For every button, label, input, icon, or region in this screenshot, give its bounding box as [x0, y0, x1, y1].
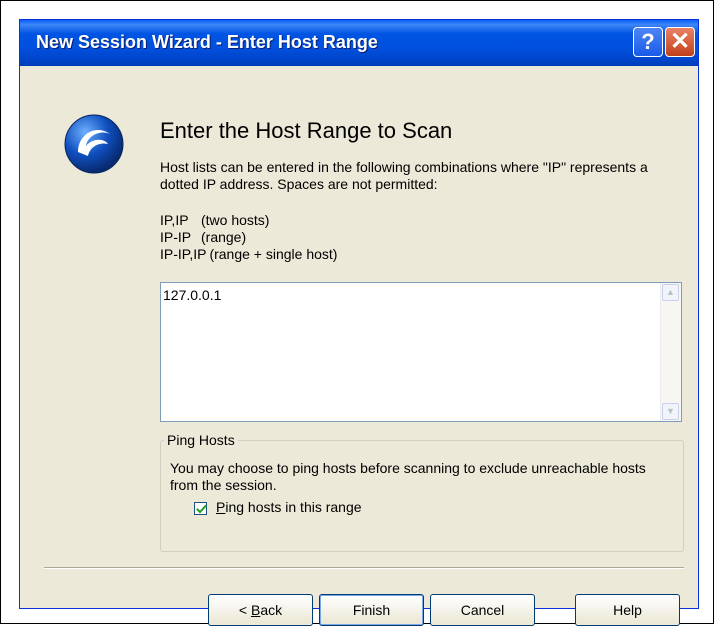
button-separator [44, 567, 684, 569]
checkmark-icon [196, 504, 207, 514]
ping-hosts-checkbox-label[interactable]: Ping hosts in this range [216, 499, 362, 515]
host-list-input[interactable]: 127.0.0.1 ▲ ▼ [160, 282, 682, 422]
question-mark-icon: ? [641, 29, 655, 54]
combination-row: IP-IP (range) [160, 229, 337, 246]
wizard-dialog: New Session Wizard - Enter Host Range ? … [19, 19, 699, 626]
cancel-button[interactable]: Cancel [430, 594, 535, 626]
back-label-rest: ack [260, 602, 283, 618]
combination-desc: (range + single host) [209, 246, 338, 262]
help-button[interactable]: Help [575, 594, 680, 626]
window-title: New Session Wizard - Enter Host Range [36, 32, 378, 52]
combination-code: IP-IP [160, 229, 192, 245]
ping-hosts-group-title: Ping Hosts [164, 432, 238, 448]
ping-hosts-checkbox[interactable] [194, 502, 207, 515]
accelerator-key: B [250, 602, 261, 618]
title-bar[interactable]: New Session Wizard - Enter Host Range ? … [20, 20, 698, 66]
host-list-value: 127.0.0.1 [163, 287, 222, 303]
combination-list: IP,IP (two hosts) IP-IP (range) IP-IP,IP… [160, 212, 337, 263]
help-titlebar-button[interactable]: ? [633, 27, 663, 57]
page-heading: Enter the Host Range to Scan [160, 118, 453, 143]
ping-hosts-group [160, 440, 684, 552]
combination-code: IP,IP [160, 212, 189, 228]
finish-button[interactable]: Finish [319, 594, 424, 626]
checkbox-label-rest: ing hosts in this range [225, 499, 362, 515]
scroll-down-icon[interactable]: ▼ [662, 403, 679, 420]
screenshot-frame: New Session Wizard - Enter Host Range ? … [0, 0, 714, 626]
instructions-text: Host lists can be entered in the followi… [160, 159, 648, 192]
vertical-scrollbar[interactable]: ▲ ▼ [660, 283, 681, 421]
back-prefix: < [238, 602, 251, 618]
accelerator-key: P [216, 499, 226, 515]
combination-code: IP-IP,IP [160, 246, 207, 262]
app-logo-icon [62, 112, 126, 176]
combination-desc: (two hosts) [201, 212, 270, 228]
ping-hosts-description: You may choose to ping hosts before scan… [170, 460, 646, 493]
back-button[interactable]: < Back [208, 594, 313, 626]
scroll-up-icon[interactable]: ▲ [662, 284, 679, 301]
combination-row: IP-IP,IP (range + single host) [160, 246, 337, 263]
combination-row: IP,IP (two hosts) [160, 212, 337, 229]
close-icon: ✕ [669, 28, 691, 55]
dialog-content: Enter the Host Range to Scan Host lists … [20, 66, 698, 626]
close-button[interactable]: ✕ [665, 27, 695, 57]
combination-desc: (range) [201, 229, 247, 245]
